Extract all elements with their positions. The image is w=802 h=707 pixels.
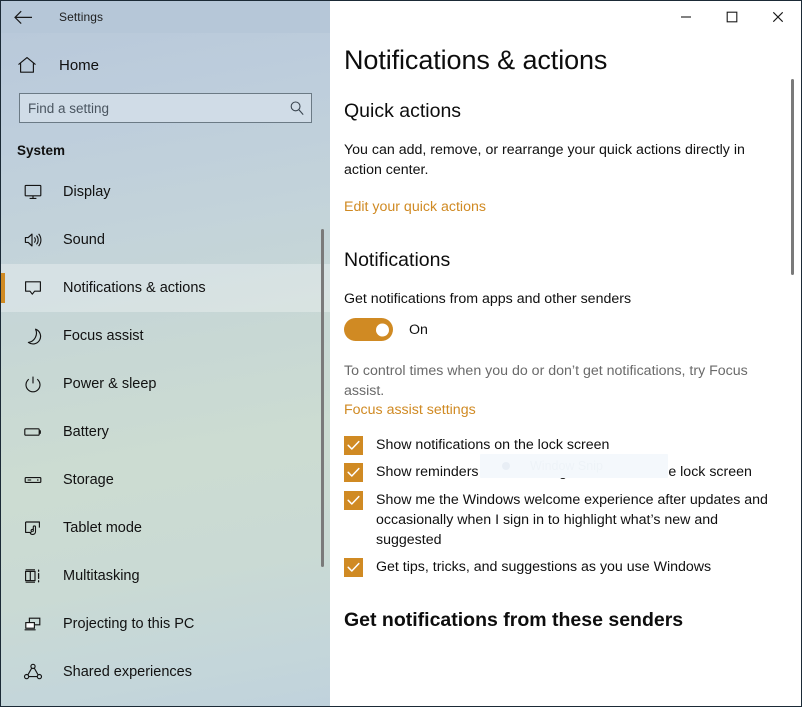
minimize-button[interactable] [663, 1, 709, 33]
minimize-icon [680, 11, 692, 23]
title-bar-drag-area [330, 1, 663, 33]
notifications-toggle-row: On [344, 318, 771, 341]
moon-icon [17, 327, 49, 345]
notification-options-list: Show notifications on the lock screen Sh… [344, 435, 771, 577]
battery-icon [17, 423, 49, 441]
title-bar: Settings [1, 1, 801, 33]
speech-bubble-icon [17, 279, 49, 297]
storage-icon [17, 471, 49, 489]
settings-window: Settings [0, 0, 802, 707]
notifications-toggle-state: On [409, 322, 428, 338]
sidebar-item-label: Storage [63, 472, 114, 488]
sidebar-item-multitasking[interactable]: Multitasking [1, 552, 330, 600]
checkbox-label: Show reminders and incoming VoIP calls o… [376, 462, 752, 482]
sidebar-item-label: Power & sleep [63, 376, 157, 392]
sidebar-item-label: Display [63, 184, 111, 200]
checkbox-checked-icon[interactable] [344, 436, 363, 455]
page-title: Notifications & actions [344, 46, 771, 76]
search-box[interactable] [19, 93, 312, 123]
checkbox-checked-icon[interactable] [344, 491, 363, 510]
quick-actions-heading: Quick actions [344, 100, 771, 123]
toggle-knob [376, 323, 389, 336]
checkbox-row[interactable]: Get tips, tricks, and suggestions as you… [344, 557, 771, 577]
focus-assist-note: To control times when you do or don’t ge… [344, 361, 771, 401]
back-button[interactable] [1, 1, 45, 33]
sidebar-item-power-and-sleep[interactable]: Power & sleep [1, 360, 330, 408]
home-label: Home [59, 57, 99, 74]
shared-icon [17, 663, 49, 681]
sidebar-item-label: Multitasking [63, 568, 140, 584]
sidebar-item-projecting-to-this-pc[interactable]: Projecting to this PC [1, 600, 330, 648]
checkbox-checked-icon[interactable] [344, 463, 363, 482]
sidebar-group-title: System [1, 123, 330, 168]
sidebar-item-home[interactable]: Home [1, 43, 330, 87]
edit-quick-actions-link[interactable]: Edit your quick actions [344, 199, 486, 215]
search-input[interactable] [20, 94, 283, 122]
sidebar-item-label: Battery [63, 424, 109, 440]
sidebar-item-notifications-and-actions[interactable]: Notifications & actions [1, 264, 330, 312]
sidebar-item-battery[interactable]: Battery [1, 408, 330, 456]
sidebar-item-storage[interactable]: Storage [1, 456, 330, 504]
close-icon [772, 11, 784, 23]
main-inner: Notifications & actions Quick actions Yo… [330, 33, 801, 632]
window-body: Home System [1, 33, 801, 706]
maximize-button[interactable] [709, 1, 755, 33]
sidebar-item-shared-experiences[interactable]: Shared experiences [1, 648, 330, 696]
sidebar-item-label: Tablet mode [63, 520, 142, 536]
projecting-icon [17, 615, 49, 633]
sidebar: Home System [1, 33, 330, 706]
monitor-icon [17, 183, 49, 201]
focus-assist-settings-link[interactable]: Focus assist settings [344, 402, 476, 418]
senders-heading: Get notifications from these senders [344, 609, 771, 632]
sidebar-scrollbar-thumb[interactable] [321, 229, 324, 567]
main-scrollbar-thumb[interactable] [791, 79, 794, 275]
notifications-toggle[interactable] [344, 318, 393, 341]
search-container [1, 87, 330, 123]
checkbox-label: Show me the Windows welcome experience a… [376, 490, 771, 550]
window-controls [663, 1, 801, 33]
sidebar-item-label: Notifications & actions [63, 280, 206, 296]
multitasking-icon [17, 567, 49, 585]
main-content: Notifications & actions Quick actions Yo… [330, 33, 801, 706]
speaker-icon [17, 231, 49, 249]
power-icon [17, 375, 49, 393]
close-button[interactable] [755, 1, 801, 33]
back-arrow-icon [14, 10, 33, 25]
sidebar-item-label: Focus assist [63, 328, 144, 344]
quick-actions-description: You can add, remove, or rearrange your q… [344, 140, 771, 180]
checkbox-row[interactable]: Show notifications on the lock screen [344, 435, 771, 455]
sidebar-item-focus-assist[interactable]: Focus assist [1, 312, 330, 360]
sidebar-item-label: Sound [63, 232, 105, 248]
sidebar-item-display[interactable]: Display [1, 168, 330, 216]
notifications-toggle-label: Get notifications from apps and other se… [344, 291, 771, 307]
sidebar-nav: Display Sound [1, 168, 330, 696]
notifications-heading: Notifications [344, 249, 771, 272]
sidebar-item-tablet-mode[interactable]: Tablet mode [1, 504, 330, 552]
checkbox-row[interactable]: Show reminders and incoming VoIP calls o… [344, 462, 771, 482]
sidebar-item-sound[interactable]: Sound [1, 216, 330, 264]
search-icon[interactable] [283, 100, 311, 116]
sidebar-item-label: Projecting to this PC [63, 616, 194, 632]
window-title: Settings [59, 10, 103, 24]
sidebar-item-label: Shared experiences [63, 664, 192, 680]
checkbox-checked-icon[interactable] [344, 558, 363, 577]
maximize-icon [726, 11, 738, 23]
checkbox-row[interactable]: Show me the Windows welcome experience a… [344, 490, 771, 550]
checkbox-label: Get tips, tricks, and suggestions as you… [376, 557, 711, 577]
tablet-hand-icon [17, 519, 49, 537]
checkbox-label: Show notifications on the lock screen [376, 435, 609, 455]
title-bar-left: Settings [1, 1, 330, 33]
home-icon [13, 56, 47, 74]
